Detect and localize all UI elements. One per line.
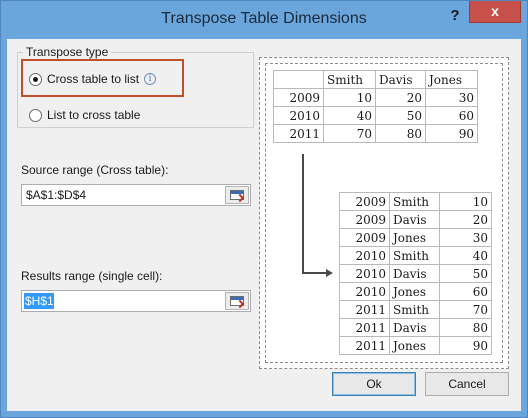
table-row: 2011 70 80 90 bbox=[273, 124, 478, 143]
table-cell: Jones bbox=[425, 70, 478, 89]
table-cell: 40 bbox=[323, 106, 376, 125]
table-cell: 2011 bbox=[273, 124, 324, 143]
radio-cross-table-to-list-label: Cross table to list bbox=[47, 72, 140, 86]
cancel-button[interactable]: Cancel bbox=[425, 372, 509, 396]
source-range-field[interactable] bbox=[21, 184, 251, 206]
table-row: 2009 Jones 30 bbox=[339, 228, 492, 247]
table-cell: 10 bbox=[439, 192, 492, 211]
table-row: 2010 40 50 60 bbox=[273, 106, 478, 125]
results-range-label: Results range (single cell): bbox=[21, 269, 163, 283]
radio-unchecked-icon[interactable] bbox=[29, 108, 42, 122]
table-cell: Davis bbox=[389, 264, 440, 283]
table-cell: 20 bbox=[439, 210, 492, 229]
results-range-field[interactable] bbox=[21, 290, 251, 312]
info-icon[interactable]: i bbox=[144, 73, 157, 85]
table-cell: 70 bbox=[323, 124, 376, 143]
dialog-body: Transpose type Cross table to list i Lis… bbox=[7, 39, 521, 411]
table-cell: Jones bbox=[389, 282, 440, 301]
transpose-type-legend: Transpose type bbox=[23, 45, 112, 59]
table-cell: 20 bbox=[375, 88, 426, 107]
table-cell: 80 bbox=[439, 318, 492, 337]
table-cell: 50 bbox=[439, 264, 492, 283]
table-cell: 90 bbox=[439, 336, 492, 355]
table-cell: 50 bbox=[375, 106, 426, 125]
arrow-right-icon bbox=[326, 269, 333, 277]
dialog-window: Transpose Table Dimensions ? x Transpose… bbox=[0, 0, 528, 418]
table-cell: Jones bbox=[389, 228, 440, 247]
ok-button[interactable]: Ok bbox=[332, 372, 416, 396]
table-row: 2009 10 20 30 bbox=[273, 88, 478, 107]
table-row: Smith Davis Jones bbox=[273, 70, 478, 89]
table-cell: 60 bbox=[439, 282, 492, 301]
table-cell: 2011 bbox=[339, 318, 390, 337]
preview-inner-frame: Smith Davis Jones 2009 10 20 30 2010 40 … bbox=[265, 63, 503, 363]
results-range-picker-button[interactable] bbox=[225, 292, 249, 310]
table-row: 2009 Smith 10 bbox=[339, 192, 492, 211]
radio-list-to-cross-table[interactable]: List to cross table bbox=[29, 108, 140, 122]
table-row: 2011 Smith 70 bbox=[339, 300, 492, 319]
source-range-input[interactable] bbox=[24, 187, 222, 203]
table-cell: Smith bbox=[389, 246, 440, 265]
table-row: 2010 Smith 40 bbox=[339, 246, 492, 265]
table-cell: Davis bbox=[389, 318, 440, 337]
results-range-input[interactable] bbox=[24, 293, 54, 309]
table-cell: 2011 bbox=[339, 300, 390, 319]
table-row: 2011 Davis 80 bbox=[339, 318, 492, 337]
table-row: 2010 Davis 50 bbox=[339, 264, 492, 283]
table-cell: Smith bbox=[389, 300, 440, 319]
table-cell: 2010 bbox=[273, 106, 324, 125]
table-cell: 10 bbox=[323, 88, 376, 107]
table-cell: 2011 bbox=[339, 336, 390, 355]
flow-arrow-horizontal bbox=[302, 272, 328, 274]
table-cell bbox=[273, 70, 324, 89]
table-cell: 60 bbox=[425, 106, 478, 125]
table-cell: 2009 bbox=[339, 210, 390, 229]
cross-table-preview: Smith Davis Jones 2009 10 20 30 2010 40 … bbox=[273, 70, 478, 143]
preview-panel: Smith Davis Jones 2009 10 20 30 2010 40 … bbox=[259, 57, 509, 369]
flow-arrow-vertical bbox=[302, 154, 304, 274]
table-cell: Smith bbox=[389, 192, 440, 211]
table-cell: 90 bbox=[425, 124, 478, 143]
table-cell: 80 bbox=[375, 124, 426, 143]
list-table-preview: 2009 Smith 10 2009 Davis 20 2009 Jones 3… bbox=[339, 192, 492, 355]
close-icon: x bbox=[491, 3, 499, 19]
close-button[interactable]: x bbox=[469, 1, 521, 23]
table-cell: 2010 bbox=[339, 282, 390, 301]
radio-cross-table-to-list[interactable]: Cross table to list i bbox=[29, 72, 157, 86]
source-range-picker-button[interactable] bbox=[225, 186, 249, 204]
table-cell: 2009 bbox=[273, 88, 324, 107]
table-cell: 40 bbox=[439, 246, 492, 265]
table-cell: 2009 bbox=[339, 192, 390, 211]
table-row: 2010 Jones 60 bbox=[339, 282, 492, 301]
table-row: 2009 Davis 20 bbox=[339, 210, 492, 229]
help-button[interactable]: ? bbox=[441, 5, 469, 27]
table-cell: 2010 bbox=[339, 246, 390, 265]
table-cell: 2009 bbox=[339, 228, 390, 247]
table-cell: 2010 bbox=[339, 264, 390, 283]
table-cell: 70 bbox=[439, 300, 492, 319]
radio-list-to-cross-table-label: List to cross table bbox=[47, 108, 141, 122]
table-cell: Davis bbox=[389, 210, 440, 229]
source-range-label: Source range (Cross table): bbox=[21, 163, 169, 177]
title-bar[interactable]: Transpose Table Dimensions ? x bbox=[1, 1, 527, 39]
table-row: 2011 Jones 90 bbox=[339, 336, 492, 355]
table-cell: Jones bbox=[389, 336, 440, 355]
table-cell: Smith bbox=[323, 70, 376, 89]
table-cell: 30 bbox=[425, 88, 478, 107]
radio-checked-icon[interactable] bbox=[29, 72, 42, 86]
table-cell: 30 bbox=[439, 228, 492, 247]
table-cell: Davis bbox=[375, 70, 426, 89]
